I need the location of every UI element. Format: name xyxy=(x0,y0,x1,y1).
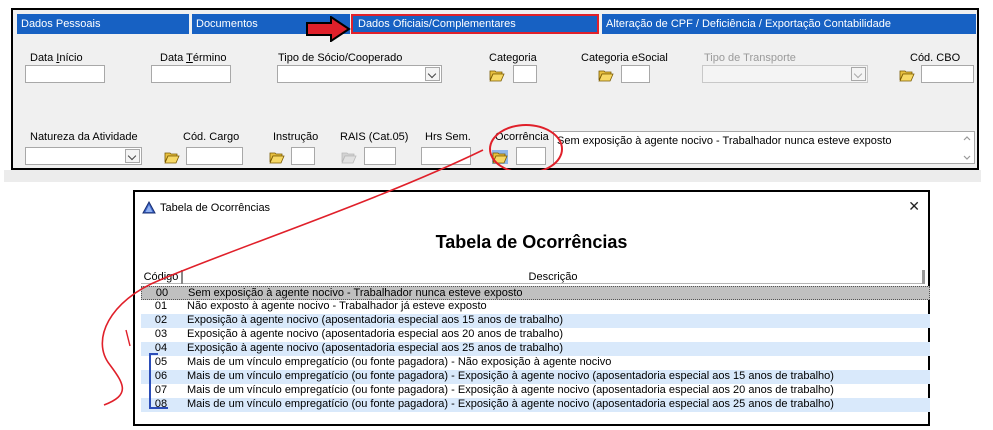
rais-label: RAIS (Cat.05) xyxy=(340,131,409,143)
folder-open-icon[interactable] xyxy=(598,68,614,82)
row-code: 04 xyxy=(154,342,168,354)
table-row[interactable]: 08 Mais de um vínculo empregatício (ou fo… xyxy=(141,398,930,412)
row-description: Mais de um vínculo empregatício (ou font… xyxy=(187,398,834,410)
row-description: Mais de um vínculo empregatício (ou font… xyxy=(187,384,834,396)
dropdown-arrow-icon xyxy=(851,67,866,81)
dialog-heading: Tabela de Ocorrências xyxy=(435,232,628,252)
table-row[interactable]: 01 Não exposto à agente nocivo - Trabalha… xyxy=(141,300,930,314)
dropdown-arrow-icon[interactable] xyxy=(125,149,140,163)
row-description: Sem exposição à agente nocivo - Trabalha… xyxy=(188,287,523,299)
instrucao-input[interactable] xyxy=(291,147,315,165)
cod-cargo-input[interactable] xyxy=(186,147,243,165)
hrs-sem-input[interactable] xyxy=(421,147,471,165)
tipo-transporte-label: Tipo de Transporte xyxy=(704,52,796,64)
row-description: Exposição à agente nocivo (aposentadoria… xyxy=(187,328,564,340)
row-code: 07 xyxy=(154,384,168,396)
folder-open-icon[interactable] xyxy=(489,68,505,82)
row-description: Mais de um vínculo empregatício (ou font… xyxy=(187,370,834,382)
table-row[interactable]: 06 Mais de um vínculo empregatício (ou fo… xyxy=(141,370,930,384)
data-termino-label: Data Término xyxy=(160,52,227,64)
categoria-esocial-label: Categoria eSocial xyxy=(581,52,668,64)
row-code: 06 xyxy=(154,370,168,382)
folder-open-icon xyxy=(341,152,357,164)
table-row[interactable]: 07 Mais de um vínculo empregatício (ou fo… xyxy=(141,384,930,398)
cod-cargo-label: Cód. Cargo xyxy=(183,131,240,143)
table-row[interactable]: 02 Exposição à agente nocivo (aposentador… xyxy=(141,314,930,328)
table-row[interactable]: 03 Exposição à agente nocivo (aposentador… xyxy=(141,328,930,342)
tipo-transporte-select xyxy=(702,65,868,83)
ocorrencia-highlight-circle xyxy=(489,124,563,174)
folder-open-icon[interactable] xyxy=(269,150,285,164)
dropdown-arrow-icon[interactable] xyxy=(425,67,440,81)
table-row[interactable]: 00 Sem exposição à agente nocivo - Trabal… xyxy=(141,286,930,300)
row-description: Mais de um vínculo empregatício (ou font… xyxy=(187,356,612,368)
tab-bar: Dados Pessoais Documentos Dados Oficiais… xyxy=(17,14,976,42)
panel-bottom-strip xyxy=(4,170,981,182)
tab-alteracao-cpf[interactable]: Alteração de CPF / Deficiência / Exporta… xyxy=(602,14,976,34)
table-row[interactable]: 04 Exposição à agente nocivo (aposentador… xyxy=(141,342,930,356)
row-description: Exposição à agente nocivo (aposentadoria… xyxy=(187,314,564,326)
column-divider[interactable] xyxy=(922,270,925,284)
categoria-label: Categoria xyxy=(489,52,537,64)
ocorrencia-description-text: Sem exposição à agente nocivo - Trabalha… xyxy=(557,135,892,147)
grid-header: Código Descrição xyxy=(141,270,925,284)
cod-cbo-input[interactable] xyxy=(921,65,974,83)
column-header-descricao[interactable]: Descrição xyxy=(183,271,923,283)
natureza-atividade-select[interactable] xyxy=(25,147,142,165)
row-code: 08 xyxy=(154,398,168,410)
employee-form-panel: Dados Pessoais Documentos Dados Oficiais… xyxy=(11,8,979,174)
instrucao-label: Instrução xyxy=(273,131,319,143)
row-code: 03 xyxy=(154,328,168,340)
tab-dados-oficiais[interactable]: Dados Oficiais/Complementares xyxy=(351,14,599,34)
row-code: 05 xyxy=(154,356,168,368)
folder-open-icon[interactable] xyxy=(899,68,915,82)
data-inicio-input[interactable] xyxy=(25,65,105,83)
table-row[interactable]: 05 Mais de um vínculo empregatício (ou fo… xyxy=(141,356,930,370)
data-termino-input[interactable] xyxy=(151,65,231,83)
scrollbar[interactable] xyxy=(962,134,972,162)
app-triangle-icon xyxy=(142,201,156,214)
hrs-sem-label: Hrs Sem. xyxy=(425,131,471,143)
categoria-input[interactable] xyxy=(513,65,537,83)
categoria-esocial-input[interactable] xyxy=(621,65,650,83)
ocorrencia-description: Sem exposição à agente nocivo - Trabalha… xyxy=(553,131,975,164)
data-inicio-label: Data Início xyxy=(30,52,83,64)
row-code: 02 xyxy=(154,314,168,326)
dialog-titlebar[interactable]: Tabela de Ocorrências ✕ xyxy=(135,192,928,220)
red-arrow-icon xyxy=(306,16,351,42)
tipo-socio-select[interactable] xyxy=(277,65,442,83)
ocorrencias-dialog: Tabela de Ocorrências ✕ Tabela de Ocorrê… xyxy=(133,190,930,426)
row-code: 01 xyxy=(154,300,168,312)
annotation-red-tick xyxy=(125,329,131,347)
rais-input[interactable] xyxy=(364,147,396,165)
row-description: Não exposto à agente nocivo - Trabalhado… xyxy=(187,300,487,312)
folder-open-icon[interactable] xyxy=(164,150,180,164)
column-header-codigo[interactable]: Código xyxy=(141,271,181,283)
dialog-window-title: Tabela de Ocorrências xyxy=(160,202,271,214)
natureza-atividade-label: Natureza da Atividade xyxy=(30,131,138,143)
grid-rows: 00 Sem exposição à agente nocivo - Trabal… xyxy=(141,286,930,412)
cod-cbo-label: Cód. CBO xyxy=(910,52,961,64)
row-code: 00 xyxy=(155,287,169,299)
tab-dados-pessoais[interactable]: Dados Pessoais xyxy=(17,14,189,34)
tipo-socio-label: Tipo de Sócio/Cooperado xyxy=(278,52,403,64)
close-icon[interactable]: ✕ xyxy=(908,199,920,213)
row-description: Exposição à agente nocivo (aposentadoria… xyxy=(187,342,564,354)
